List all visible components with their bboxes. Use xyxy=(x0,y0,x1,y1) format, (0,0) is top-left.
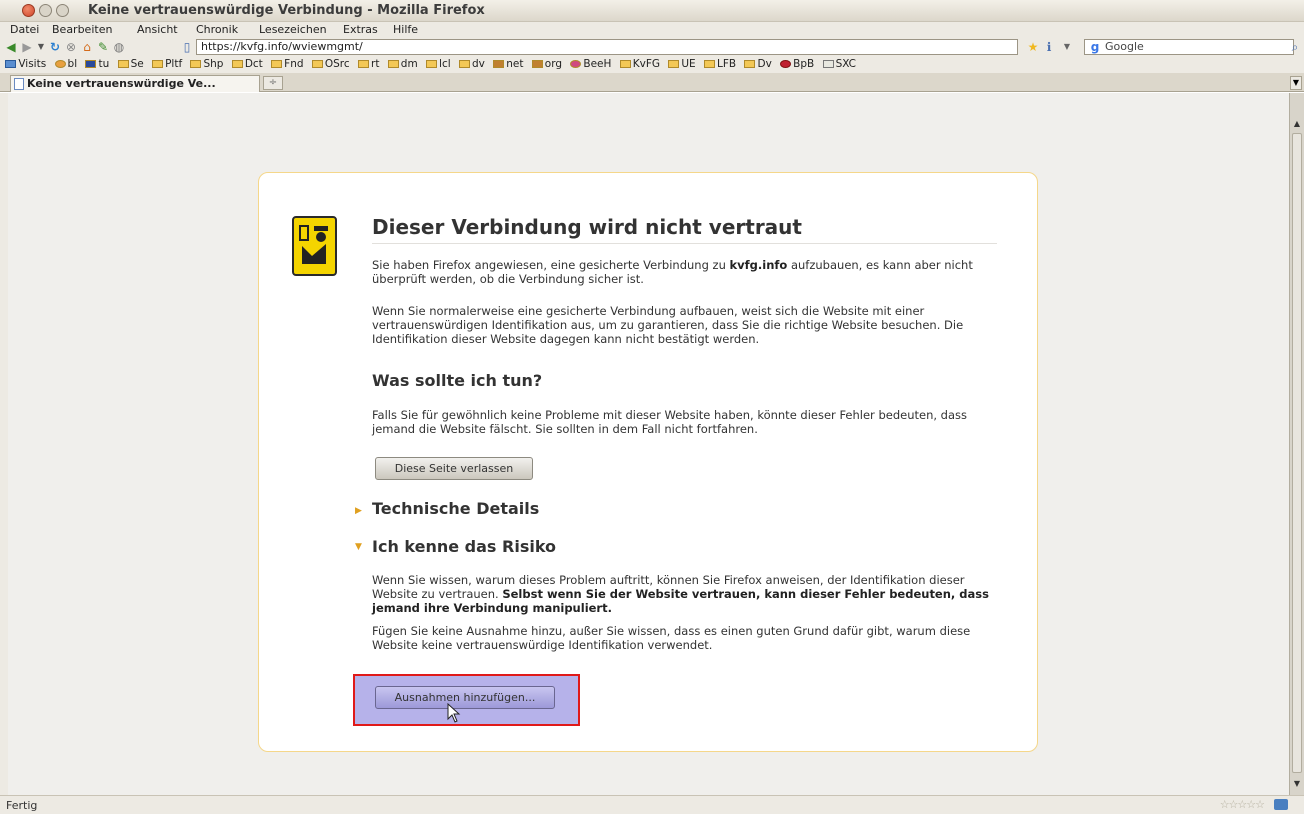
page-title: Dieser Verbindung wird nicht vertraut xyxy=(372,215,997,244)
menu-datei[interactable]: Datei xyxy=(10,23,39,36)
bookmark-item[interactable]: net xyxy=(493,56,523,73)
expanded-triangle-icon[interactable]: ▼ xyxy=(355,542,362,552)
history-dropdown-icon[interactable]: ▼ xyxy=(34,40,48,54)
status-text: Fertig xyxy=(6,799,38,812)
bookmark-item[interactable]: Shp xyxy=(190,56,223,73)
bookmarks-toolbar: Visits bl tu Se Pltf Shp Dct Fnd OSrc rt… xyxy=(0,56,1304,73)
scroll-down-icon[interactable]: ▼ xyxy=(1292,779,1302,789)
rating-stars[interactable]: ☆☆☆☆☆ xyxy=(1220,798,1265,811)
bookmark-item[interactable]: LFB xyxy=(704,56,736,73)
bookmark-item[interactable]: dm xyxy=(387,56,418,73)
bookmark-item[interactable]: Dv xyxy=(744,56,772,73)
risk-text: Wenn Sie wissen, warum dieses Problem au… xyxy=(372,573,989,615)
bookmark-star-icon[interactable]: ★ xyxy=(1026,40,1040,54)
new-tab-button[interactable]: ÷ xyxy=(263,76,283,90)
menu-bearbeiten[interactable]: Bearbeiten xyxy=(52,23,112,36)
mail-icon[interactable] xyxy=(1274,799,1288,810)
intro-text: Sie haben Firefox angewiesen, eine gesic… xyxy=(372,258,973,286)
bookmark-item[interactable]: SXC xyxy=(822,56,856,73)
what-to-do-text: Falls Sie für gewöhnlich keine Probleme … xyxy=(372,408,967,436)
bookmark-item[interactable]: lcl xyxy=(426,56,451,73)
menu-hilfe[interactable]: Hilfe xyxy=(393,23,418,36)
bookmark-item[interactable]: rt xyxy=(358,56,379,73)
navigation-toolbar: ◀ ▶ ▼ ↻ ⊗ ⌂ ✎ ◍ ▯ https://kvfg.info/wvie… xyxy=(0,38,1304,56)
bookmark-item[interactable]: bl xyxy=(54,56,77,73)
bookmark-item[interactable]: dv xyxy=(458,56,485,73)
stop-icon[interactable]: ⊗ xyxy=(64,40,78,54)
vertical-scrollbar[interactable]: ▲ ▼ xyxy=(1289,93,1304,795)
bookmark-item[interactable]: org xyxy=(531,56,562,73)
menu-lesezeichen[interactable]: Lesezeichen xyxy=(259,23,327,36)
url-input[interactable]: https://kvfg.info/wviewmgmt/ xyxy=(196,39,1018,55)
tab-list-icon[interactable]: ▼ xyxy=(1290,76,1302,90)
page-icon: ▯ xyxy=(183,40,191,54)
bookmark-item[interactable]: BpB xyxy=(780,56,814,73)
pen-icon[interactable]: ✎ xyxy=(96,40,110,54)
risk-text-2: Fügen Sie keine Ausnahme hinzu, außer Si… xyxy=(372,624,971,652)
scroll-up-icon[interactable]: ▲ xyxy=(1292,119,1302,129)
add-exception-button[interactable]: Ausnahmen hinzufügen... xyxy=(375,686,555,709)
bookmark-item[interactable]: BeeH xyxy=(570,56,611,73)
search-input[interactable]: Google xyxy=(1084,39,1294,55)
collapsed-triangle-icon[interactable]: ▶ xyxy=(355,506,362,516)
bookmark-item[interactable]: Se xyxy=(117,56,144,73)
error-box: Dieser Verbindung wird nicht vertraut Si… xyxy=(258,172,1038,752)
menu-chronik[interactable]: Chronik xyxy=(196,23,238,36)
tab-strip: Keine vertrauenswürdige Ve... ÷ ▼ xyxy=(0,73,1304,92)
window-maximize-icon[interactable] xyxy=(56,4,69,17)
risk-heading[interactable]: Ich kenne das Risiko xyxy=(372,537,556,556)
leave-page-button[interactable]: Diese Seite verlassen xyxy=(375,457,533,480)
bookmark-item[interactable]: Pltf xyxy=(152,56,182,73)
scrollbar-thumb[interactable] xyxy=(1292,133,1302,773)
window-close-icon[interactable] xyxy=(22,4,35,17)
reload-icon[interactable]: ↻ xyxy=(48,40,62,54)
window-minimize-icon[interactable] xyxy=(39,4,52,17)
technical-details-heading[interactable]: Technische Details xyxy=(372,499,539,518)
bookmark-item[interactable]: UE xyxy=(668,56,696,73)
home-icon[interactable]: ⌂ xyxy=(80,40,94,54)
window-title: Keine vertrauenswürdige Verbindung - Moz… xyxy=(88,3,485,18)
what-to-do-heading: Was sollte ich tun? xyxy=(372,371,543,390)
bookmark-item[interactable]: Visits xyxy=(5,56,46,73)
status-bar: Fertig ☆☆☆☆☆ xyxy=(0,795,1304,814)
page-icon xyxy=(14,78,24,90)
back-icon[interactable]: ◀ xyxy=(4,40,18,54)
menubar: Datei Bearbeiten Ansicht Chronik Lesezei… xyxy=(0,22,1304,38)
tab-active[interactable]: Keine vertrauenswürdige Ve... xyxy=(10,75,260,92)
addon-dropdown-icon[interactable]: ▼ xyxy=(1060,40,1074,54)
info-icon[interactable]: ℹ xyxy=(1042,40,1056,54)
search-icon[interactable]: ⌕ xyxy=(1288,40,1302,54)
bookmark-item[interactable]: KvFG xyxy=(619,56,660,73)
bookmark-item[interactable]: tu xyxy=(85,56,109,73)
menu-ansicht[interactable]: Ansicht xyxy=(137,23,178,36)
window-titlebar: Keine vertrauenswürdige Verbindung - Moz… xyxy=(0,0,1304,22)
bookmark-item[interactable]: OSrc xyxy=(311,56,350,73)
bookmark-item[interactable]: Fnd xyxy=(271,56,304,73)
content-left-edge xyxy=(0,93,8,795)
security-officer-icon xyxy=(292,216,337,276)
menu-extras[interactable]: Extras xyxy=(343,23,378,36)
google-icon[interactable]: g xyxy=(1088,40,1102,54)
explanation-text: Wenn Sie normalerweise eine gesicherte V… xyxy=(372,304,964,346)
bookmark-item[interactable]: Dct xyxy=(231,56,263,73)
tab-title: Keine vertrauenswürdige Ve... xyxy=(27,77,216,90)
mouse-cursor-icon xyxy=(447,702,461,727)
forward-icon[interactable]: ▶ xyxy=(20,40,34,54)
globe-icon[interactable]: ◍ xyxy=(112,40,126,54)
domain-name: kvfg.info xyxy=(729,258,788,272)
